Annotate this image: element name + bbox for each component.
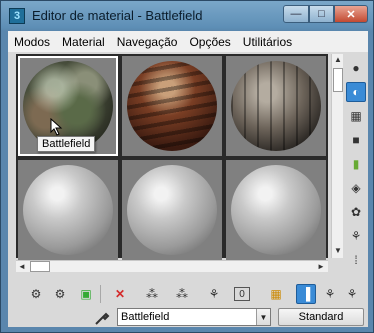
maximize-button[interactable]: □ <box>309 5 334 23</box>
make-preview-icon[interactable]: ◈ <box>346 178 366 198</box>
close-button[interactable]: ✕ <box>334 5 368 23</box>
minimize-button[interactable]: — <box>283 5 309 23</box>
material-sphere-wood-planks <box>231 61 321 151</box>
sample-uv-tiling-icon[interactable]: ■ <box>346 130 366 150</box>
material-sphere-default <box>127 165 217 255</box>
mouse-cursor-icon <box>50 118 63 136</box>
chevron-down-icon[interactable]: ▼ <box>256 309 270 325</box>
menu-opcoes[interactable]: Opções <box>183 35 236 49</box>
options-icon[interactable]: ✿ <box>346 202 366 222</box>
go-forward-to-sibling-icon[interactable]: ⚘ <box>342 284 362 304</box>
menu-navegacao[interactable]: Navegação <box>111 35 184 49</box>
menu-modos[interactable]: Modos <box>8 35 56 49</box>
vertical-scrollbar[interactable]: ▲ ▼ <box>331 54 343 258</box>
title-bar[interactable]: 3 Editor de material - Battlefield — □ ✕ <box>1 1 373 31</box>
get-material-icon[interactable]: ⚙ <box>26 284 46 304</box>
sample-type-sphere-icon[interactable]: ● <box>346 58 366 78</box>
menu-utilitarios[interactable]: Utilitários <box>237 35 298 49</box>
material-id-channel-icon[interactable]: 0 <box>234 287 250 301</box>
select-by-material-icon[interactable]: ⚘ <box>346 226 366 246</box>
scroll-up-arrow[interactable]: ▲ <box>333 55 343 65</box>
make-unique-icon[interactable]: ⁂ <box>172 284 192 304</box>
material-sphere-default <box>23 165 113 255</box>
horizontal-scrollbar[interactable]: ◄ ► <box>16 260 328 272</box>
material-type-button[interactable]: Standard <box>278 308 364 326</box>
sample-slot-3[interactable] <box>226 56 326 156</box>
window-title: Editor de material - Battlefield <box>32 8 203 23</box>
sample-slot-5[interactable] <box>122 160 222 260</box>
show-end-result-icon[interactable]: ▐ <box>296 284 316 304</box>
menu-material[interactable]: Material <box>56 35 111 49</box>
sample-slot-6[interactable] <box>226 160 326 260</box>
scroll-left-arrow[interactable]: ◄ <box>17 261 27 272</box>
sample-slot-2[interactable] <box>122 56 222 156</box>
side-toolbar: ● ◐ ▦ ■ ▮ ◈ ✿ ⚘ ⁞ <box>344 54 368 274</box>
scroll-down-arrow[interactable]: ▼ <box>333 246 343 256</box>
put-material-to-scene-icon[interactable]: ⚙ <box>50 284 70 304</box>
reset-map-icon[interactable]: ✕ <box>110 284 130 304</box>
material-name-row: Battlefield ▼ Standard <box>16 308 366 326</box>
material-name-value[interactable]: Battlefield <box>118 311 256 323</box>
slot-tooltip: Battlefield <box>37 136 96 152</box>
assign-material-to-selection-icon[interactable]: ▣ <box>76 284 96 304</box>
background-checker-icon[interactable]: ▦ <box>346 106 366 126</box>
material-sphere-rusty-metal <box>127 61 217 151</box>
bottom-toolbar: ⚙ ⚙ ▣ ✕ ⁂ ⁂ ⚘ 0 ▦ ▐ ⚘ ⚘ <box>16 282 366 306</box>
editor-client-area: Battlefield ▲ ▼ ◄ ► ● ◐ ▦ ■ ▮ ◈ ✿ ⚘ ⁞ ⚙ … <box>8 52 368 327</box>
sample-slot-4[interactable] <box>18 160 118 260</box>
show-shaded-material-icon[interactable]: ▦ <box>266 284 286 304</box>
sample-slots-grid <box>16 54 328 260</box>
3dsmax-app-icon[interactable]: 3 <box>9 8 25 24</box>
material-map-navigator-icon[interactable]: ⁞ <box>346 250 366 270</box>
menu-bar: Modos Material Navegação Opções Utilitár… <box>8 31 368 52</box>
scroll-right-arrow[interactable]: ► <box>316 261 326 272</box>
make-material-copy-icon[interactable]: ⁂ <box>142 284 162 304</box>
put-to-library-icon[interactable]: ⚘ <box>204 284 224 304</box>
horizontal-scroll-thumb[interactable] <box>30 261 50 272</box>
material-editor-window: 3 Editor de material - Battlefield — □ ✕… <box>0 0 374 333</box>
go-to-parent-icon[interactable]: ⚘ <box>320 284 340 304</box>
toolbar-separator <box>100 285 101 303</box>
video-color-check-icon[interactable]: ▮ <box>346 154 366 174</box>
material-name-dropdown[interactable]: Battlefield ▼ <box>117 308 271 326</box>
backlight-icon[interactable]: ◐ <box>346 82 366 102</box>
material-sphere-default <box>231 165 321 255</box>
eyedropper-icon[interactable] <box>94 308 110 326</box>
vertical-scroll-thumb[interactable] <box>333 68 343 92</box>
